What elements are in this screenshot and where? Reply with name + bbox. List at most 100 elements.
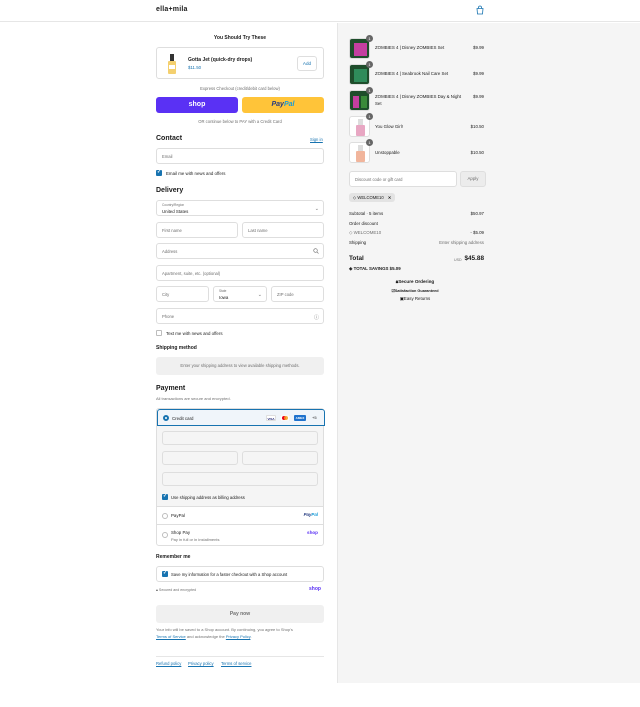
expiration-field[interactable]: [162, 451, 238, 465]
shop-pay-button[interactable]: shop: [156, 97, 238, 113]
cart-item-price: $9.99: [473, 94, 484, 99]
subtotal-value: $50.97: [470, 211, 484, 216]
cart-item-name: Unstoppable: [375, 150, 400, 155]
paypal-radio[interactable]: [162, 513, 168, 519]
terms-of-service-link[interactable]: Terms of service: [221, 661, 251, 666]
email-placeholder: Email: [162, 154, 173, 159]
privacy-policy-link[interactable]: Privacy policy: [188, 661, 214, 666]
product-bottle-image: [168, 54, 176, 74]
shop-pay-option[interactable]: Shop Pay Pay in full or in installments …: [157, 525, 323, 546]
city-field[interactable]: City: [156, 286, 209, 302]
address-field[interactable]: Address: [156, 243, 324, 259]
paypal-button[interactable]: PayPal: [242, 97, 324, 113]
delivery-heading: Delivery: [156, 187, 184, 194]
phone-placeholder: Phone: [162, 314, 175, 319]
paypal-label: PayPal: [171, 513, 185, 518]
cart-item-name: ZOMBIES 4 | Disney ZOMBIES Set: [375, 45, 445, 50]
subtotal-label: Subtotal · 5 items: [349, 211, 384, 216]
legal-end: .: [250, 633, 252, 639]
remove-discount-icon[interactable]: ✕: [388, 195, 392, 200]
email-field[interactable]: Email: [156, 148, 324, 164]
cart-item-price: $9.99: [473, 71, 484, 76]
secure-notice: 🔒︎ Secured and encrypted: [156, 588, 196, 592]
currency-label: USD: [454, 258, 462, 262]
phone-field[interactable]: Phone ⓘ: [156, 308, 324, 324]
payment-methods: Credit card VISA AMEX +5 Use shipping ad…: [156, 408, 325, 546]
cart-item-price: $10.50: [470, 124, 484, 129]
email-news-checkbox[interactable]: [156, 169, 162, 176]
shopping-bag-icon[interactable]: [475, 5, 485, 15]
shop-pay-radio[interactable]: [162, 532, 168, 538]
first-name-field[interactable]: First name: [156, 222, 238, 238]
last-name-placeholder: Last name: [248, 228, 268, 233]
paypal-logo: PayPal: [304, 512, 318, 517]
contact-heading: Contact: [156, 135, 183, 142]
brand-logo[interactable]: ella+mila: [156, 6, 188, 13]
order-discount-code: ◇ WELCOME10: [349, 230, 381, 236]
country-value: United States: [162, 209, 189, 214]
shipping-value: Enter shipping address: [439, 240, 484, 245]
quantity-badge: 1: [366, 61, 373, 68]
discount-code-field[interactable]: Discount code or gift card: [349, 171, 457, 187]
terms-link[interactable]: Terms of Service: [156, 634, 186, 639]
shop-logo: shop: [309, 586, 321, 592]
country-select[interactable]: Country/Region United States ⌄: [156, 200, 324, 216]
privacy-link[interactable]: Privacy Policy: [226, 634, 251, 639]
trust-returns-label: Easy Returns: [403, 296, 431, 301]
last-name-field[interactable]: Last name: [242, 222, 324, 238]
shop-pay-sub-label: Pay in full or in installments: [171, 537, 220, 542]
save-info-label: Save my information for a faster checkou…: [171, 572, 288, 577]
help-icon[interactable]: ⓘ: [314, 314, 319, 321]
text-me-checkbox[interactable]: [156, 330, 162, 336]
upsell-product-price: $11.50: [188, 65, 202, 70]
zip-field[interactable]: ZIP code: [271, 286, 324, 302]
paypal-option[interactable]: PayPal PayPal: [157, 507, 323, 524]
search-icon: [313, 248, 319, 254]
quantity-badge: 1: [366, 87, 373, 94]
state-select[interactable]: State Iowa ⌄: [213, 286, 267, 302]
express-checkout-label: Express Checkout (credit/debit card belo…: [200, 86, 280, 91]
credit-card-option[interactable]: Credit card VISA AMEX +5: [157, 409, 325, 426]
cart-item-name: ZOMBIES 4 | Seabrook Nail Care Set: [375, 71, 449, 76]
pay-now-button[interactable]: Pay now: [156, 605, 324, 623]
credit-card-label: Credit card: [172, 416, 194, 421]
trust-satisfaction-label: Satisfaction Guaranteed: [394, 289, 439, 293]
chevron-down-icon: ⌄: [257, 292, 262, 298]
text-me-label: Text me with news and offers: [166, 331, 223, 336]
shop-pay-logo: shop: [307, 530, 318, 535]
more-cards-badge: +5: [312, 415, 317, 420]
cart-item-price: $10.50: [470, 150, 484, 155]
card-number-field[interactable]: [162, 431, 318, 445]
discount-tag-code: WELCOME10: [357, 195, 384, 200]
refund-policy-link[interactable]: Refund policy: [156, 661, 181, 666]
quantity-badge: 1: [366, 35, 373, 42]
apply-button[interactable]: Apply: [460, 171, 486, 187]
upsell-product-name: Gotta Jet (quick-dry drops): [188, 57, 253, 63]
order-discount-code-text: WELCOME10: [353, 230, 382, 235]
paypal-logo-pal: Pal: [283, 101, 295, 108]
paypal-logo-pay: Pay: [271, 101, 284, 108]
credit-card-radio[interactable]: [163, 415, 169, 421]
remember-me-heading: Remember me: [156, 554, 191, 560]
add-upsell-button[interactable]: Add: [297, 56, 317, 71]
trust-returns: ▣Easy Returns: [349, 296, 481, 302]
apartment-field[interactable]: Apartment, suite, etc. (optional): [156, 265, 324, 281]
billing-same-checkbox[interactable]: [162, 493, 168, 500]
security-code-field[interactable]: [242, 451, 318, 465]
discount-placeholder: Discount code or gift card: [355, 177, 403, 182]
name-on-card-field[interactable]: [162, 472, 318, 486]
save-info-checkbox[interactable]: [162, 570, 168, 577]
cart-item-name: You Glow Girl!: [375, 124, 403, 129]
first-name-placeholder: First name: [162, 228, 182, 233]
cart-item-price: $9.99: [473, 45, 484, 50]
upsell-title: You Should Try These: [213, 35, 267, 41]
email-news-label: Email me with news and offers: [166, 171, 226, 176]
trust-satisfaction: ☑︎Satisfaction Guaranteed: [349, 288, 481, 293]
total-savings-value: $5.09: [389, 266, 401, 271]
sign-in-link[interactable]: Sign in: [310, 137, 323, 142]
top-bar: ella+mila: [0, 0, 640, 22]
zip-placeholder: ZIP code: [277, 292, 294, 297]
address-placeholder: Address: [162, 249, 178, 254]
cart-item-name: ZOMBIES 4 | Disney ZOMBIES Day & Night S…: [375, 94, 462, 106]
city-placeholder: City: [162, 292, 170, 297]
